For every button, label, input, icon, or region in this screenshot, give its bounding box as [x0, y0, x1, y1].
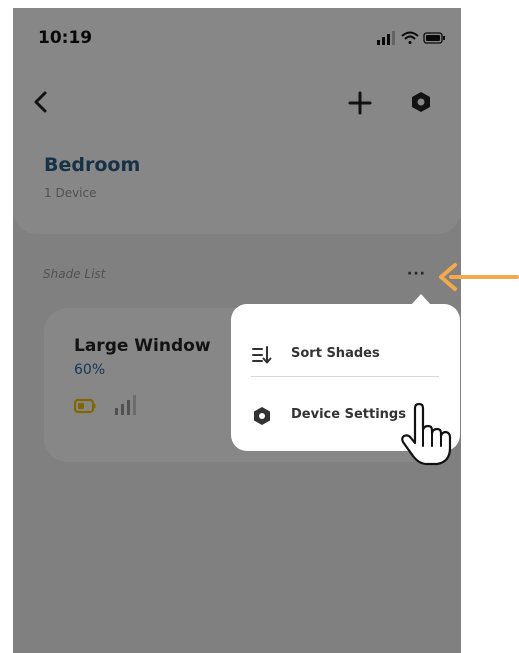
phone-screen: 10:19 Bedroom 1 Device Shade List ··· La… — [13, 8, 461, 653]
menu-divider — [251, 376, 439, 377]
hexagon-icon — [254, 407, 270, 425]
menu-item-sort-shades[interactable]: Sort Shades — [251, 334, 451, 374]
annotation-arrow-icon — [439, 263, 519, 291]
hand-pointer-icon — [401, 402, 452, 466]
menu-item-label: Sort Shades — [291, 346, 380, 361]
menu-item-label: Device Settings — [291, 407, 406, 422]
sort-icon — [252, 346, 272, 364]
